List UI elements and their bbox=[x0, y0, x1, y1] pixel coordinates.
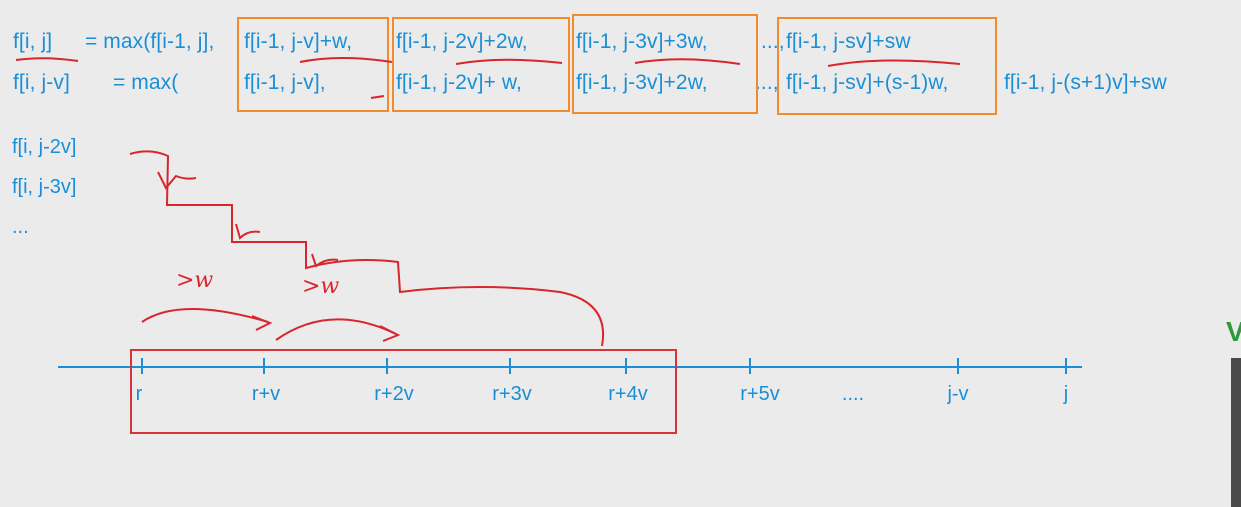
red-staircase-path bbox=[129, 150, 605, 347]
underline-term-1 bbox=[299, 57, 393, 63]
diagram-drawing bbox=[15, 14, 1082, 434]
stair-arrow-2 bbox=[235, 223, 261, 240]
arrowhead-1 bbox=[251, 315, 273, 331]
red-window-box bbox=[130, 349, 677, 434]
orange-box-term-s bbox=[777, 17, 997, 115]
edge-panel bbox=[1231, 358, 1241, 507]
stair-arrow-1 bbox=[157, 171, 197, 190]
edge-glyph: V bbox=[1226, 316, 1241, 347]
underline-fij bbox=[15, 57, 79, 62]
underline-term-s bbox=[827, 59, 961, 67]
curved-arrow-r-to-rv bbox=[141, 308, 269, 323]
stroke-mark bbox=[370, 95, 385, 99]
arrowhead-2 bbox=[379, 325, 401, 342]
underline-term-3 bbox=[634, 58, 741, 65]
orange-box-term-1 bbox=[237, 17, 389, 112]
orange-box-term-2 bbox=[392, 17, 570, 112]
curved-arrow-rv-to-r2v bbox=[275, 318, 397, 341]
underline-term-2 bbox=[455, 58, 563, 65]
diagram-canvas: f[i, j] = max(f[i-1, j], f[i-1, j-v]+w, … bbox=[0, 0, 1241, 507]
orange-box-term-3 bbox=[572, 14, 758, 114]
